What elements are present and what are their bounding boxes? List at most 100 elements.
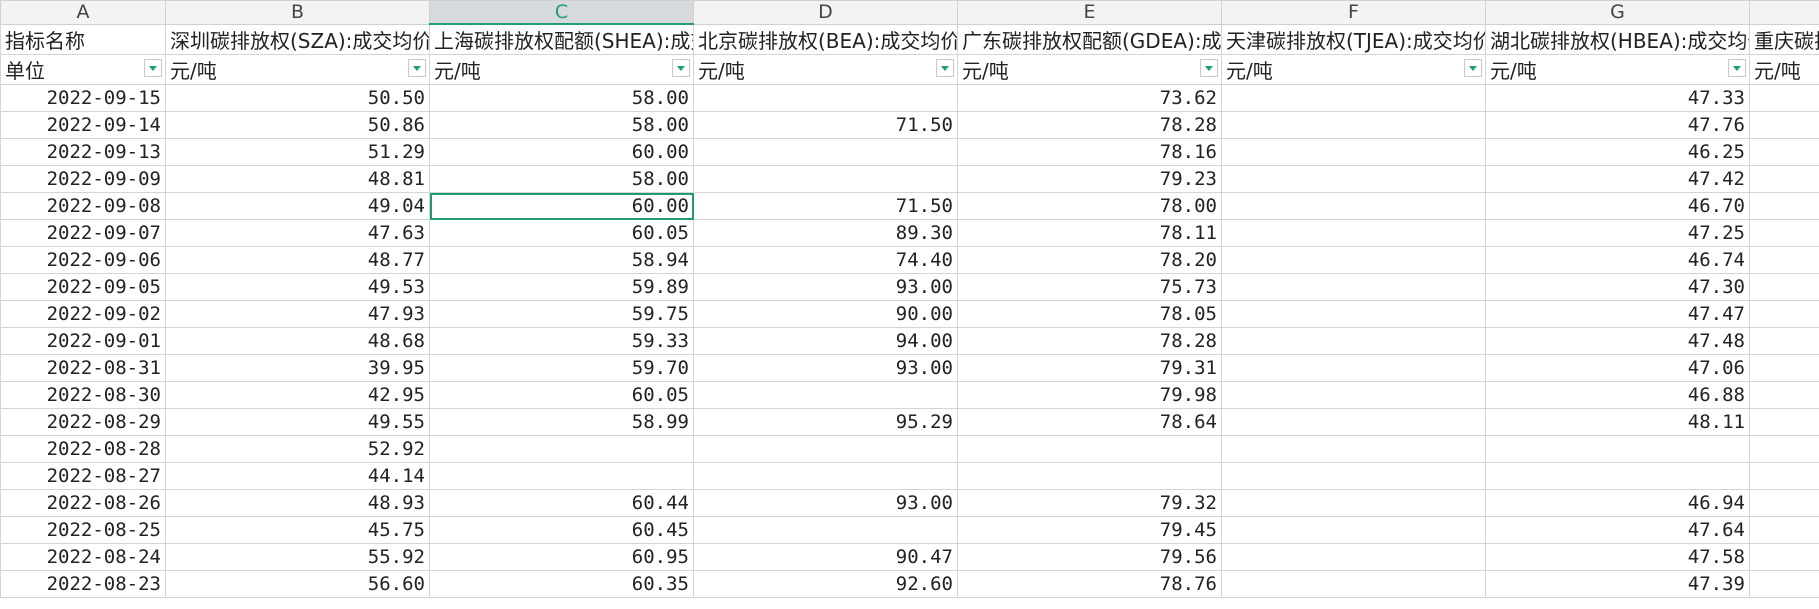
value-cell[interactable]: 49.04 — [165, 192, 430, 220]
value-cell[interactable] — [1221, 192, 1486, 220]
value-cell[interactable]: 49.55 — [165, 408, 430, 436]
value-cell[interactable]: 78.76 — [957, 570, 1222, 598]
value-cell[interactable] — [693, 462, 958, 490]
column-header-e[interactable]: E — [957, 0, 1222, 25]
value-cell[interactable]: 73.62 — [957, 84, 1222, 112]
cell-h1[interactable]: 重庆碳排放权 — [1749, 23, 1819, 55]
value-cell[interactable] — [1749, 381, 1819, 409]
value-cell[interactable]: 60.00 — [429, 138, 694, 166]
value-cell[interactable] — [1221, 138, 1486, 166]
value-cell[interactable]: 47.06 — [1485, 354, 1750, 382]
value-cell[interactable]: 48.81 — [165, 165, 430, 193]
value-cell[interactable]: 60.95 — [429, 543, 694, 571]
value-cell[interactable] — [1749, 462, 1819, 490]
value-cell[interactable]: 59.75 — [429, 300, 694, 328]
cell-e2[interactable]: 元/吨 — [957, 54, 1222, 85]
value-cell[interactable] — [1221, 327, 1486, 355]
value-cell[interactable]: 60.05 — [429, 219, 694, 247]
column-header-a[interactable]: A — [0, 0, 166, 25]
cell-g2[interactable]: 元/吨 — [1485, 54, 1750, 85]
value-cell[interactable]: 48.93 — [165, 489, 430, 517]
value-cell[interactable]: 46.25 — [1485, 138, 1750, 166]
value-cell[interactable] — [1749, 165, 1819, 193]
cell-d2[interactable]: 元/吨 — [693, 54, 958, 85]
value-cell[interactable]: 79.31 — [957, 354, 1222, 382]
value-cell[interactable]: 79.32 — [957, 489, 1222, 517]
value-cell[interactable]: 46.88 — [1485, 381, 1750, 409]
value-cell[interactable]: 58.94 — [429, 246, 694, 274]
value-cell[interactable]: 46.94 — [1485, 489, 1750, 517]
value-cell[interactable]: 94.00 — [693, 327, 958, 355]
value-cell[interactable]: 47.42 — [1485, 165, 1750, 193]
value-cell[interactable]: 60.45 — [429, 516, 694, 544]
value-cell[interactable] — [693, 84, 958, 112]
value-cell[interactable] — [1221, 516, 1486, 544]
value-cell[interactable] — [429, 435, 694, 463]
value-cell[interactable] — [1221, 381, 1486, 409]
value-cell[interactable]: 49.53 — [165, 273, 430, 301]
value-cell[interactable] — [1221, 165, 1486, 193]
cell-b2[interactable]: 元/吨 — [165, 54, 430, 85]
value-cell[interactable]: 90.47 — [693, 543, 958, 571]
value-cell[interactable] — [1749, 138, 1819, 166]
value-cell[interactable]: 47.76 — [1485, 111, 1750, 139]
date-cell[interactable]: 2022-09-06 — [0, 246, 166, 274]
value-cell[interactable] — [1221, 543, 1486, 571]
value-cell[interactable]: 71.50 — [693, 192, 958, 220]
cell-h2[interactable]: 元/吨 — [1749, 54, 1819, 85]
value-cell[interactable] — [1221, 84, 1486, 112]
value-cell[interactable]: 48.11 — [1485, 408, 1750, 436]
value-cell[interactable] — [1221, 273, 1486, 301]
value-cell[interactable]: 90.00 — [693, 300, 958, 328]
value-cell[interactable] — [1749, 489, 1819, 517]
value-cell[interactable]: 95.29 — [693, 408, 958, 436]
value-cell[interactable] — [1749, 219, 1819, 247]
value-cell[interactable]: 47.93 — [165, 300, 430, 328]
value-cell[interactable] — [1485, 435, 1750, 463]
date-cell[interactable]: 2022-09-13 — [0, 138, 166, 166]
value-cell[interactable] — [1749, 111, 1819, 139]
value-cell[interactable]: 78.28 — [957, 327, 1222, 355]
value-cell[interactable]: 47.33 — [1485, 84, 1750, 112]
filter-dropdown-icon[interactable] — [936, 59, 954, 77]
date-cell[interactable]: 2022-08-24 — [0, 543, 166, 571]
value-cell[interactable] — [1749, 435, 1819, 463]
value-cell[interactable]: 47.39 — [1485, 570, 1750, 598]
date-cell[interactable]: 2022-09-01 — [0, 327, 166, 355]
value-cell[interactable]: 59.33 — [429, 327, 694, 355]
cell-e1[interactable]: 广东碳排放权配额(GDEA):成交均价 — [957, 23, 1222, 55]
value-cell[interactable] — [1221, 219, 1486, 247]
value-cell[interactable]: 58.00 — [429, 111, 694, 139]
column-header-g[interactable]: G — [1485, 0, 1750, 25]
value-cell[interactable] — [1221, 111, 1486, 139]
filter-dropdown-icon[interactable] — [144, 59, 162, 77]
value-cell[interactable] — [1749, 408, 1819, 436]
date-cell[interactable]: 2022-09-14 — [0, 111, 166, 139]
cell-c1[interactable]: 上海碳排放权配额(SHEA):成交均价 — [429, 23, 694, 55]
date-cell[interactable]: 2022-09-05 — [0, 273, 166, 301]
filter-dropdown-icon[interactable] — [672, 59, 690, 77]
date-cell[interactable]: 2022-09-02 — [0, 300, 166, 328]
date-cell[interactable]: 2022-09-08 — [0, 192, 166, 220]
value-cell[interactable]: 79.45 — [957, 516, 1222, 544]
value-cell[interactable]: 78.00 — [957, 192, 1222, 220]
value-cell[interactable]: 50.50 — [165, 84, 430, 112]
value-cell[interactable]: 47.64 — [1485, 516, 1750, 544]
value-cell[interactable]: 89.30 — [693, 219, 958, 247]
value-cell[interactable]: 78.16 — [957, 138, 1222, 166]
cell-c2[interactable]: 元/吨 — [429, 54, 694, 85]
filter-dropdown-icon[interactable] — [1728, 59, 1746, 77]
value-cell[interactable]: 74.40 — [693, 246, 958, 274]
value-cell[interactable] — [1221, 246, 1486, 274]
cell-b1[interactable]: 深圳碳排放权(SZA):成交均价 — [165, 23, 430, 55]
column-header-c[interactable]: C — [429, 0, 694, 25]
value-cell[interactable]: 51.29 — [165, 138, 430, 166]
value-cell[interactable]: 42.95 — [165, 381, 430, 409]
value-cell[interactable]: 78.05 — [957, 300, 1222, 328]
value-cell[interactable]: 60.44 — [429, 489, 694, 517]
value-cell[interactable] — [429, 462, 694, 490]
value-cell[interactable]: 59.70 — [429, 354, 694, 382]
value-cell[interactable] — [1221, 462, 1486, 490]
date-cell[interactable]: 2022-08-30 — [0, 381, 166, 409]
value-cell[interactable] — [693, 435, 958, 463]
